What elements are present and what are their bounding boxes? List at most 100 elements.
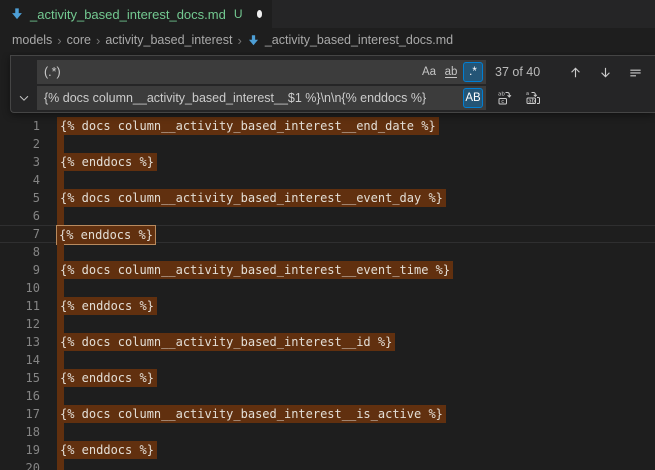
current-find-match: {% enddocs %} bbox=[56, 225, 156, 245]
toggle-replace-button[interactable] bbox=[11, 91, 37, 105]
line-number[interactable]: 8 bbox=[0, 243, 40, 261]
line-content[interactable]: {% docs column__activity_based_interest_… bbox=[40, 189, 655, 207]
line-content[interactable] bbox=[40, 171, 655, 189]
line-number[interactable]: 18 bbox=[0, 423, 40, 441]
line-content[interactable] bbox=[40, 315, 655, 333]
line-number[interactable]: 14 bbox=[0, 351, 40, 369]
editor-line[interactable]: 10 bbox=[0, 279, 655, 297]
regex-toggle[interactable]: .* bbox=[463, 62, 483, 82]
line-number[interactable]: 5 bbox=[0, 189, 40, 207]
svg-text:ab: ab bbox=[528, 99, 535, 105]
modified-dot-icon[interactable] bbox=[257, 10, 262, 18]
find-match-highlight bbox=[57, 423, 64, 441]
editor-pane[interactable]: Aa ab .* 37 of 40 bbox=[0, 52, 655, 470]
whole-word-toggle[interactable]: ab bbox=[441, 62, 461, 82]
next-match-button[interactable] bbox=[595, 62, 616, 83]
line-number[interactable]: 7 bbox=[0, 225, 40, 243]
match-case-toggle[interactable]: Aa bbox=[419, 62, 439, 82]
line-content[interactable]: {% enddocs %} bbox=[40, 297, 655, 315]
editor-line[interactable]: 13{% docs column__activity_based_interes… bbox=[0, 333, 655, 351]
vscode-window: _activity_based_interest_docs.md U model… bbox=[0, 0, 655, 470]
replace-button[interactable]: ab c bbox=[494, 88, 515, 109]
preserve-case-toggle[interactable]: AB bbox=[463, 88, 483, 108]
line-content[interactable]: {% enddocs %} bbox=[40, 225, 655, 243]
editor-line[interactable]: 8 bbox=[0, 243, 655, 261]
find-match-highlight: {% docs column__activity_based_interest_… bbox=[57, 117, 439, 135]
line-content[interactable] bbox=[40, 279, 655, 297]
line-number[interactable]: 19 bbox=[0, 441, 40, 459]
editor-tab[interactable]: _activity_based_interest_docs.md U bbox=[0, 0, 272, 28]
editor-line[interactable]: 17{% docs column__activity_based_interes… bbox=[0, 405, 655, 423]
editor-line[interactable]: 19{% enddocs %} bbox=[0, 441, 655, 459]
line-number[interactable]: 4 bbox=[0, 171, 40, 189]
find-in-selection-button[interactable] bbox=[625, 62, 646, 83]
editor-line[interactable]: 12 bbox=[0, 315, 655, 333]
editor-line[interactable]: 14 bbox=[0, 351, 655, 369]
line-content[interactable] bbox=[40, 135, 655, 153]
breadcrumb-file-name: _activity_based_interest_docs.md bbox=[265, 33, 453, 47]
editor-line[interactable]: 6 bbox=[0, 207, 655, 225]
editor-line[interactable]: 4 bbox=[0, 171, 655, 189]
editor-line[interactable]: 18 bbox=[0, 423, 655, 441]
editor-lines: 1 {% docs column__activity_based_interest… bbox=[0, 117, 655, 470]
find-nav-buttons bbox=[565, 62, 655, 83]
tab-filename: _activity_based_interest_docs.md bbox=[30, 7, 226, 22]
markdown-file-icon bbox=[10, 7, 24, 21]
editor-line[interactable]: 9{% docs column__activity_based_interest… bbox=[0, 261, 655, 279]
editor-line[interactable]: 7 {% enddocs %} bbox=[0, 225, 655, 243]
replace-input[interactable] bbox=[37, 86, 486, 110]
find-match-highlight bbox=[57, 279, 64, 297]
line-content[interactable]: {% enddocs %} bbox=[40, 153, 655, 171]
find-match-highlight bbox=[57, 207, 64, 225]
line-number[interactable]: 9 bbox=[0, 261, 40, 279]
editor-line[interactable]: 5{% docs column__activity_based_interest… bbox=[0, 189, 655, 207]
previous-match-button[interactable] bbox=[565, 62, 586, 83]
breadcrumb-item-models[interactable]: models bbox=[12, 33, 52, 47]
editor-line[interactable]: 11 {% enddocs %} bbox=[0, 297, 655, 315]
line-content[interactable]: {% docs column__activity_based_interest_… bbox=[40, 117, 655, 135]
line-number[interactable]: 17 bbox=[0, 405, 40, 423]
breadcrumb: models › core › activity_based_interest … bbox=[0, 28, 655, 52]
chevron-right-icon: › bbox=[96, 33, 100, 48]
line-number[interactable]: 2 bbox=[0, 135, 40, 153]
chevron-right-icon: › bbox=[57, 33, 61, 48]
line-number[interactable]: 6 bbox=[0, 207, 40, 225]
line-content[interactable] bbox=[40, 243, 655, 261]
breadcrumb-item-core[interactable]: core bbox=[67, 33, 91, 47]
line-number[interactable]: 15 bbox=[0, 369, 40, 387]
chevron-right-icon: › bbox=[237, 33, 241, 48]
editor-line[interactable]: 16 bbox=[0, 387, 655, 405]
line-number[interactable]: 10 bbox=[0, 279, 40, 297]
line-number[interactable]: 3 bbox=[0, 153, 40, 171]
line-content[interactable]: {% docs column__activity_based_interest_… bbox=[40, 333, 655, 351]
line-content[interactable]: {% docs column__activity_based_interest_… bbox=[40, 405, 655, 423]
editor-line[interactable]: 1 {% docs column__activity_based_interest… bbox=[0, 117, 655, 135]
line-number[interactable]: 12 bbox=[0, 315, 40, 333]
line-content[interactable] bbox=[40, 207, 655, 225]
find-options: Aa ab .* bbox=[419, 62, 483, 82]
line-number[interactable]: 11 bbox=[0, 297, 40, 315]
find-match-highlight: {% enddocs %} bbox=[57, 297, 157, 315]
line-number[interactable]: 16 bbox=[0, 387, 40, 405]
line-content[interactable] bbox=[40, 459, 655, 470]
editor-line[interactable]: 3{% enddocs %} bbox=[0, 153, 655, 171]
find-match-highlight: {% enddocs %} bbox=[57, 369, 157, 387]
line-number[interactable]: 13 bbox=[0, 333, 40, 351]
editor-line[interactable]: 15 {% enddocs %} bbox=[0, 369, 655, 387]
editor-line[interactable]: 20 bbox=[0, 459, 655, 470]
line-content[interactable]: {% enddocs %} bbox=[40, 369, 655, 387]
line-content[interactable]: {% docs column__activity_based_interest_… bbox=[40, 261, 655, 279]
line-number[interactable]: 20 bbox=[0, 459, 40, 470]
find-match-highlight bbox=[57, 243, 64, 261]
replace-all-button[interactable]: a ab bbox=[522, 88, 543, 109]
editor-line[interactable]: 2 bbox=[0, 135, 655, 153]
find-match-highlight bbox=[57, 135, 64, 153]
line-content[interactable] bbox=[40, 351, 655, 369]
line-number[interactable]: 1 bbox=[0, 117, 40, 135]
find-match-highlight bbox=[57, 351, 64, 369]
line-content[interactable] bbox=[40, 423, 655, 441]
line-content[interactable] bbox=[40, 387, 655, 405]
breadcrumb-item-file[interactable]: _activity_based_interest_docs.md bbox=[247, 33, 453, 47]
line-content[interactable]: {% enddocs %} bbox=[40, 441, 655, 459]
breadcrumb-item-activity-based-interest[interactable]: activity_based_interest bbox=[105, 33, 232, 47]
